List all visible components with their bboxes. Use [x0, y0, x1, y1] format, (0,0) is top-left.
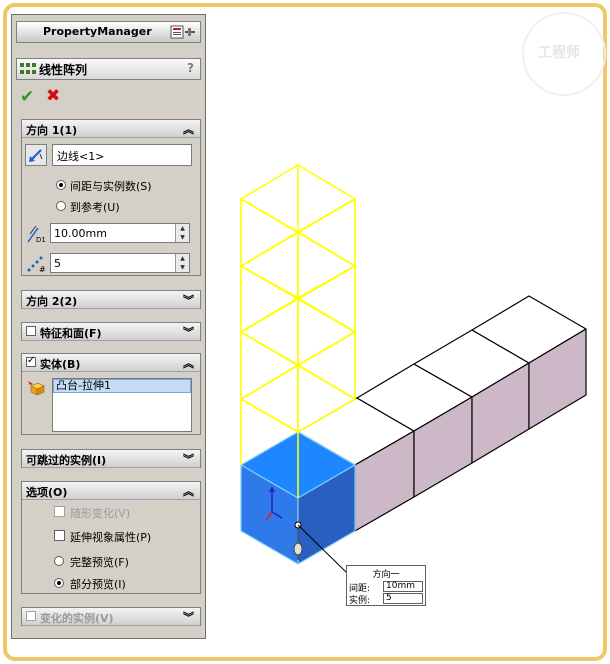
- instance-count-input[interactable]: 5 ▲ ▼: [50, 253, 190, 273]
- skip-instances-group: 可跳过的实例(I) ︾: [21, 449, 201, 468]
- spacing-count-radio[interactable]: [56, 180, 66, 190]
- property-manager-panel: PropertyManager 线性阵列 ? ✔ ✖ 方向 1(1) ︽ 边线<…: [11, 14, 206, 639]
- direction-callout[interactable]: 方向一 间距: 10mm 实例: 5: [346, 565, 426, 606]
- spin-down-icon[interactable]: ▼: [175, 233, 189, 242]
- bodies-checkbox[interactable]: [26, 355, 36, 367]
- direction2-header[interactable]: 方向 2(2) ︾: [22, 291, 200, 309]
- skip-instances-title: 可跳过的实例(I): [26, 454, 107, 467]
- collapse-up-icon[interactable]: ︽: [183, 121, 194, 137]
- ok-button[interactable]: ✔: [20, 87, 34, 107]
- spin-down-icon[interactable]: ▼: [175, 263, 189, 272]
- vary-sketch-label: 随形变化(V): [70, 507, 131, 520]
- features-faces-group: 特征和面(F) ︾: [21, 322, 201, 341]
- direction2-title: 方向 2(2): [26, 295, 78, 308]
- callout-count-label: 实例:: [349, 596, 371, 606]
- spacing-input[interactable]: 10.00mm ▲ ▼: [50, 223, 190, 243]
- pin-icon[interactable]: [170, 25, 196, 39]
- varied-instances-group: 变化的实例(V) ︾: [21, 607, 201, 626]
- cancel-button[interactable]: ✖: [46, 86, 60, 106]
- reverse-direction-button[interactable]: [25, 144, 47, 166]
- linear-pattern-icon: [20, 63, 36, 74]
- property-manager-header: PropertyManager: [16, 21, 201, 43]
- body-select-icon: [28, 381, 45, 396]
- bodies-group: 实体(B) ︽ 凸台-拉伸1: [21, 353, 201, 435]
- callout-spacing-value[interactable]: 10mm: [383, 581, 423, 592]
- partial-preview-label: 部分预览(I): [70, 578, 126, 591]
- spin-up-icon[interactable]: ▲: [175, 224, 189, 233]
- spin-up-icon[interactable]: ▲: [175, 254, 189, 263]
- expand-down-icon[interactable]: ︾: [183, 609, 194, 625]
- svg-text:#: #: [39, 265, 46, 274]
- direction1-group: 方向 1(1) ︽ 边线<1> 间距与实例数(S) 到参考(U) D1 10.0…: [21, 119, 201, 276]
- vary-sketch-checkbox[interactable]: [54, 506, 65, 517]
- varied-instances-title: 变化的实例(V): [40, 612, 114, 625]
- reverse-direction-icon: [29, 149, 43, 162]
- partial-preview-radio[interactable]: [54, 578, 64, 588]
- graphics-viewport[interactable]: [212, 14, 597, 644]
- spacing-count-label: 间距与实例数(S): [70, 180, 152, 193]
- features-faces-title: 特征和面(F): [40, 327, 102, 340]
- options-header[interactable]: 选项(O) ︽: [22, 482, 200, 500]
- callout-title: 方向一: [372, 570, 400, 580]
- feature-title: 线性阵列: [39, 63, 88, 77]
- direction1-title: 方向 1(1): [26, 124, 78, 137]
- varied-instances-header[interactable]: 变化的实例(V) ︾: [22, 608, 200, 626]
- expand-down-icon[interactable]: ︾: [183, 451, 194, 467]
- list-item[interactable]: 凸台-拉伸1: [53, 379, 191, 393]
- features-faces-checkbox[interactable]: [26, 326, 36, 336]
- options-group: 选项(O) ︽ 随形变化(V) 延伸视象属性(P) 完整预览(F) 部分预览(I…: [21, 481, 201, 594]
- feature-header: 线性阵列 ?: [16, 58, 201, 80]
- direction1-header[interactable]: 方向 1(1) ︽: [22, 120, 200, 138]
- skip-instances-header[interactable]: 可跳过的实例(I) ︾: [22, 450, 200, 468]
- features-faces-header[interactable]: 特征和面(F) ︾: [22, 323, 200, 341]
- full-preview-label: 完整预览(F): [70, 556, 129, 569]
- bodies-header[interactable]: 实体(B) ︽: [22, 354, 200, 372]
- property-manager-title: PropertyManager: [43, 25, 152, 38]
- bodies-list[interactable]: 凸台-拉伸1: [52, 378, 192, 432]
- help-button[interactable]: ?: [187, 61, 194, 75]
- collapse-up-icon[interactable]: ︽: [183, 355, 194, 371]
- propagate-visual-label: 延伸视象属性(P): [70, 531, 152, 544]
- instance-count-value: 5: [54, 257, 61, 270]
- svg-text:D1: D1: [36, 236, 46, 244]
- options-title: 选项(O): [26, 486, 68, 499]
- varied-instances-checkbox[interactable]: [26, 611, 36, 621]
- bodies-title: 实体(B): [40, 358, 81, 371]
- to-reference-radio[interactable]: [56, 201, 66, 211]
- full-preview-radio[interactable]: [54, 556, 64, 566]
- propagate-visual-checkbox[interactable]: [54, 530, 65, 541]
- direction2-group: 方向 2(2) ︾: [21, 290, 201, 309]
- expand-down-icon[interactable]: ︾: [183, 324, 194, 340]
- callout-count-value[interactable]: 5: [383, 593, 423, 604]
- collapse-up-icon[interactable]: ︽: [183, 483, 194, 499]
- spacing-value: 10.00mm: [54, 227, 107, 240]
- to-reference-label: 到参考(U): [70, 201, 120, 214]
- expand-down-icon[interactable]: ︾: [183, 292, 194, 308]
- direction-edge-field[interactable]: 边线<1>: [52, 144, 192, 166]
- instance-count-icon: #: [27, 256, 46, 274]
- spacing-icon: D1: [27, 225, 46, 244]
